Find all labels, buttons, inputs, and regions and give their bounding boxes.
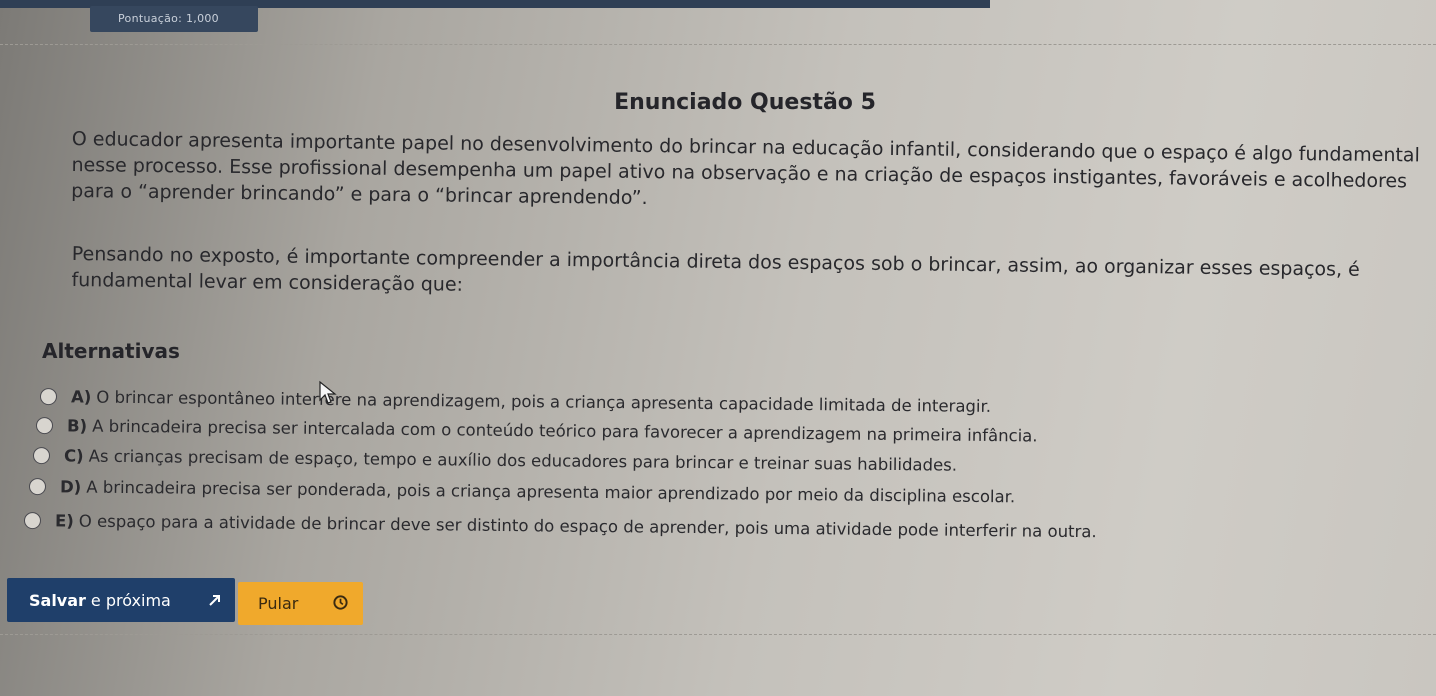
skip-button[interactable]: Pular — [238, 582, 363, 625]
question-paragraph-2: Pensando no exposto, é importante compre… — [71, 242, 1360, 296]
divider-top — [0, 44, 1436, 45]
option-e-radio[interactable] — [23, 512, 42, 530]
save-next-button[interactable]: Salvar e próxima — [7, 578, 235, 622]
mouse-cursor-icon — [319, 380, 337, 404]
save-button-label: e próxima — [90, 590, 171, 610]
save-button-bold-label: Salvar — [29, 590, 86, 610]
question-paragraph-1: O educador apresenta importante papel no… — [71, 127, 1420, 210]
option-c[interactable]: C) As crianças precisam de espaço, tempo… — [32, 446, 958, 475]
option-b[interactable]: B) A brincadeira precisa ser intercalada… — [35, 416, 1038, 446]
option-b-radio[interactable] — [35, 417, 54, 435]
option-a-letter: A) — [70, 387, 92, 407]
option-d-radio[interactable] — [28, 478, 47, 496]
option-c-letter: C) — [63, 446, 84, 466]
option-a-radio[interactable] — [39, 388, 58, 406]
option-a-text: O brincar espontâneo interfere na aprend… — [96, 387, 992, 416]
option-d-letter: D) — [59, 477, 82, 497]
option-e[interactable]: E) O espaço para a atividade de brincar … — [23, 511, 1097, 542]
score-badge: Pontuação: 1,000 — [90, 6, 258, 32]
alternatives-heading: Alternativas — [42, 339, 180, 363]
option-b-text: A brincadeira precisa ser intercalada co… — [92, 416, 1038, 446]
option-e-text: O espaço para a atividade de brincar dev… — [78, 511, 1097, 542]
option-b-letter: B) — [66, 416, 88, 436]
question-title: Enunciado Questão 5 — [614, 90, 876, 115]
option-d-text: A brincadeira precisa ser ponderada, poi… — [86, 477, 1016, 507]
option-e-letter: E) — [54, 511, 74, 531]
skip-button-label: Pular — [258, 594, 299, 613]
option-a[interactable]: A) O brincar espontâneo interfere na apr… — [39, 387, 992, 416]
clock-icon — [333, 595, 348, 610]
option-c-text: As crianças precisam de espaço, tempo e … — [88, 446, 958, 475]
divider-bottom — [0, 634, 1436, 635]
option-c-radio[interactable] — [32, 447, 51, 465]
arrow-right-icon — [203, 588, 227, 612]
option-d[interactable]: D) A brincadeira precisa ser ponderada, … — [28, 477, 1016, 507]
